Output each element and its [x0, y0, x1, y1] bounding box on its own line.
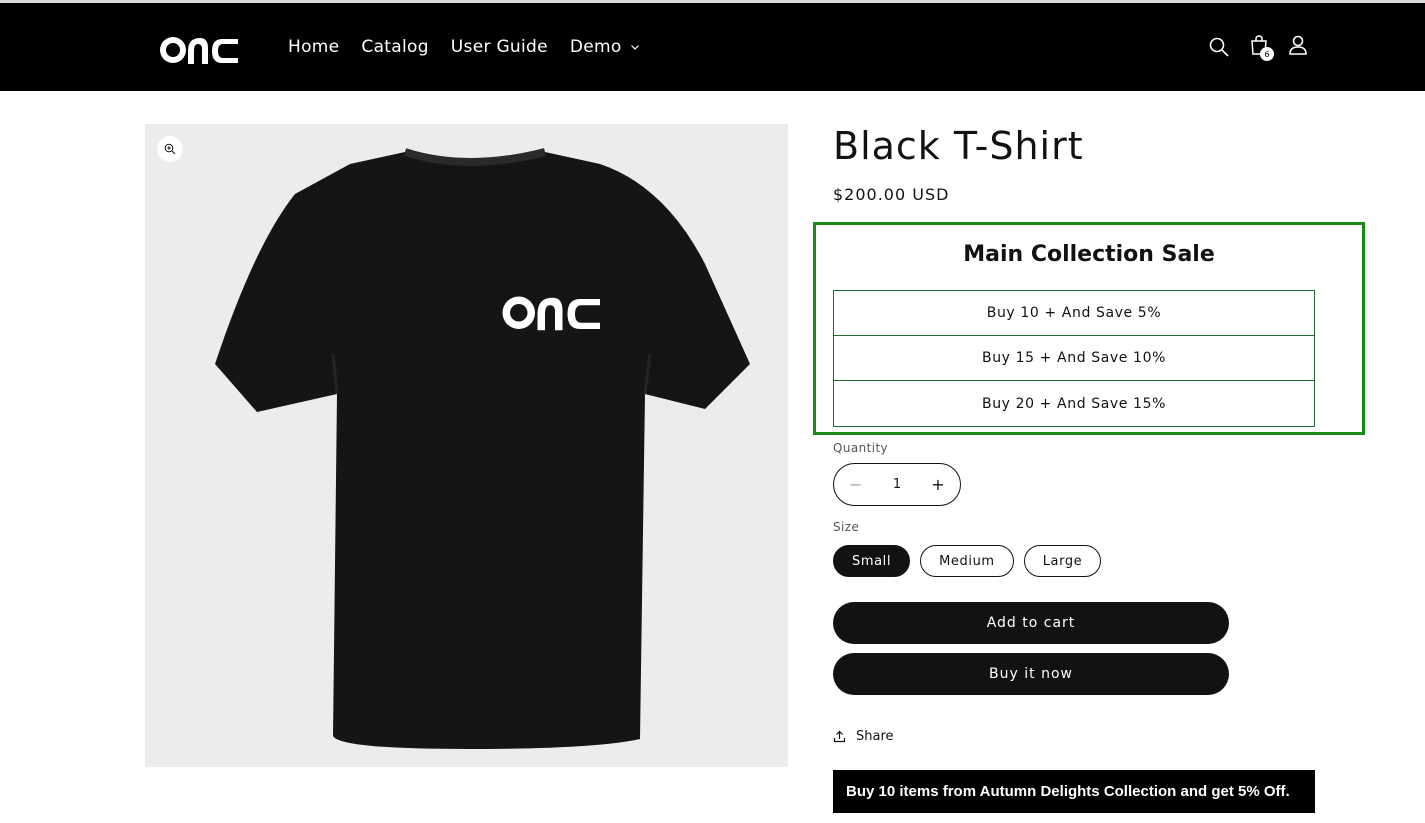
user-icon[interactable] [1286, 33, 1310, 57]
discount-tier-row: Buy 15 + And Save 10% [834, 336, 1314, 381]
discount-tier-table: Buy 10 + And Save 5% Buy 15 + And Save 1… [833, 290, 1315, 427]
main-nav: Home Catalog User Guide Demo [288, 37, 640, 57]
quantity-increase-button[interactable]: + [930, 475, 946, 494]
product-price: $200.00 USD [833, 185, 950, 204]
product-media[interactable] [145, 124, 788, 767]
nav-catalog[interactable]: Catalog [361, 37, 428, 57]
quantity-label: Quantity [833, 441, 889, 455]
discount-tier-row: Buy 10 + And Save 5% [834, 291, 1314, 336]
share-button[interactable]: Share [833, 729, 894, 744]
cart-count-badge: 6 [1260, 47, 1274, 61]
search-icon[interactable] [1207, 35, 1231, 59]
product-image [215, 148, 750, 749]
sale-title: Main Collection Sale [963, 242, 1215, 267]
share-label: Share [856, 729, 894, 744]
nav-home-label: Home [288, 37, 340, 57]
promo-banner: Buy 10 items from Autumn Delights Collec… [833, 770, 1315, 813]
quantity-input[interactable] [882, 477, 912, 492]
discount-tier-row: Buy 20 + And Save 15% [982, 395, 1166, 412]
zoom-in-icon [164, 143, 176, 155]
size-option-large[interactable]: Large [1023, 545, 1102, 577]
volume-discount-box: Main Collection Sale Buy 10 + And Save 5… [813, 222, 1365, 435]
nav-demo[interactable]: Demo [570, 37, 640, 57]
add-to-cart-button[interactable]: Add to cart [833, 602, 1229, 644]
nav-demo-label: Demo [569, 37, 622, 57]
share-icon [833, 730, 846, 743]
size-option-medium[interactable]: Medium [920, 545, 1014, 577]
zoom-button[interactable] [157, 136, 183, 162]
site-header: Home Catalog User Guide Demo 6 [0, 3, 1425, 91]
chevron-down-icon [630, 45, 639, 50]
size-label: Size [833, 520, 860, 534]
nav-catalog-label: Catalog [361, 37, 429, 57]
nav-user-guide[interactable]: User Guide [451, 37, 548, 57]
size-options: Small Medium Large [833, 545, 1102, 577]
quantity-stepper: − + [833, 463, 961, 506]
quantity-decrease-button[interactable]: − [848, 475, 864, 494]
buy-it-now-button[interactable]: Buy it now [833, 653, 1229, 695]
size-option-small[interactable]: Small [833, 545, 911, 577]
nav-user-guide-label: User Guide [450, 37, 548, 57]
nav-home[interactable]: Home [288, 37, 339, 57]
product-title: Black T-Shirt [833, 124, 1084, 168]
osc-logo[interactable] [158, 31, 240, 69]
